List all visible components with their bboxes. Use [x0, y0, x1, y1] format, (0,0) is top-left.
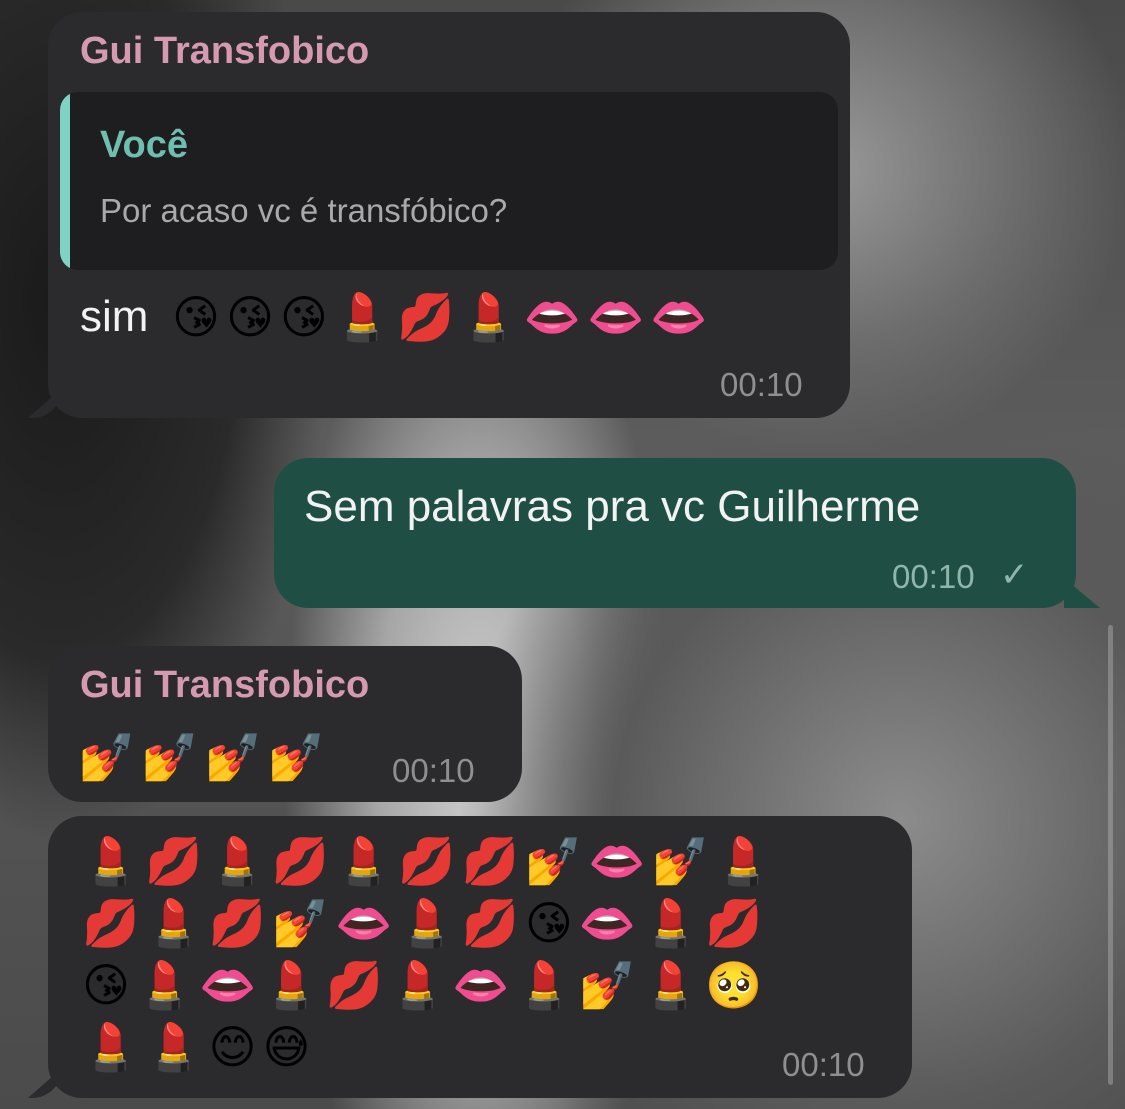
incoming-message-bubble[interactable]: Gui Transfobico 💅💅💅💅 00:10: [48, 646, 522, 802]
message-time: 00:10: [782, 1046, 865, 1083]
emoji-line: 💋💄💋💅👄💄💋😘👄💄💋: [82, 896, 769, 950]
single-check-icon: ✓: [1000, 555, 1029, 595]
sender-name[interactable]: Gui Transfobico: [80, 664, 369, 707]
message-time: 00:10: [392, 752, 475, 789]
message-text: Sem palavras pra vc Guilherme: [304, 482, 921, 531]
sender-name[interactable]: Gui Transfobico: [80, 30, 369, 73]
quote-author: Você: [100, 124, 189, 166]
emoji-line: 😘💄👄💄💋💄👄💄💅💄🥺: [82, 958, 769, 1012]
incoming-message-bubble[interactable]: 💄💋💄💋💄💋💋💅👄💅💄 💋💄💋💅👄💄💋😘👄💄💋 😘💄👄💄💋💄👄💄💅💄🥺 💄💄😊😅…: [48, 816, 912, 1098]
message-text: sim: [80, 292, 149, 341]
message-time: 00:10: [892, 558, 975, 595]
scrollbar[interactable]: [1108, 625, 1113, 1085]
message-emojis: 😘😘😘💄💋💄👄👄👄: [172, 290, 714, 344]
message-time: 00:10: [720, 366, 803, 403]
quote-text: Por acaso vc é transfóbico?: [100, 192, 508, 229]
emoji-line: 💄💄😊😅: [82, 1020, 317, 1074]
quoted-message[interactable]: Você Por acaso vc é transfóbico?: [60, 92, 838, 270]
outgoing-message-bubble[interactable]: Sem palavras pra vc Guilherme 00:10 ✓: [274, 458, 1076, 608]
message-emojis: 💅💅💅💅: [78, 730, 332, 784]
incoming-message-bubble[interactable]: Gui Transfobico Você Por acaso vc é tran…: [48, 12, 850, 418]
emoji-line: 💄💋💄💋💄💋💋💅👄💅💄: [82, 834, 779, 888]
quote-bar: [60, 92, 70, 270]
